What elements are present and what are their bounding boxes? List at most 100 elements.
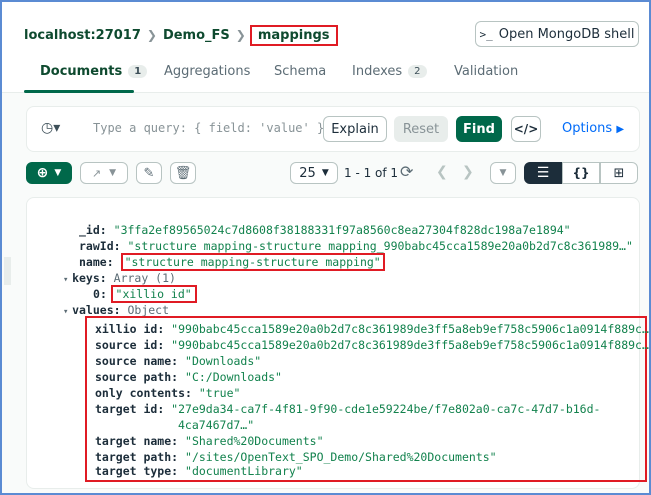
reset-button[interactable]: Reset (394, 116, 448, 142)
breadcrumb-collection-highlight: mappings (249, 24, 338, 46)
tab-indexes-label: Indexes (352, 64, 403, 79)
field-type: Array (1) (113, 271, 176, 285)
options-toggle[interactable]: Options ▶ (562, 121, 624, 136)
pagination-range: 1 - 1 of 1 (344, 166, 399, 180)
history-clock-icon[interactable]: ◷▾ (41, 120, 60, 136)
breadcrumb-db[interactable]: Demo_FS (163, 28, 230, 43)
field-value[interactable]: "3ffa2ef89565024c7d8608f38188331f97a8560… (114, 223, 571, 237)
field-key: values (72, 303, 114, 317)
values-field: target type: "documentLibrary" (95, 464, 303, 478)
side-strip (4, 257, 11, 285)
values-field: only contents: "true" (95, 386, 241, 400)
list-view-icon[interactable]: ☰ (524, 162, 562, 184)
caret-down-icon: ▾ (63, 307, 69, 317)
document-card: _id: "3ffa2ef89565024c7d8608f38188331f97… (26, 197, 649, 489)
tab-validation-label: Validation (454, 64, 519, 79)
tab-aggregations-label: Aggregations (164, 64, 251, 79)
tab-aggregations[interactable]: Aggregations (164, 64, 250, 79)
field-value[interactable]: "Downloads" (185, 354, 261, 368)
tab-documents[interactable]: Documents 1 (40, 64, 148, 79)
field-value[interactable]: 4ca7467d7…" (178, 418, 254, 432)
field-key: keys (72, 271, 100, 285)
values-field: target id: "27e9da34-ca7f-4f81-9f90-cde1… (95, 402, 601, 416)
values-field-continuation: 4ca7467d7…" (178, 418, 254, 432)
caret-down-icon: ▾ (63, 275, 69, 285)
breadcrumb: localhost:27017 ❯ Demo_FS ❯ mappings (24, 24, 338, 46)
field-values[interactable]: ▾ values: Object (63, 303, 169, 317)
field-value[interactable]: "990babc45cca1589e20a0b2d7c8c361989de3ff… (171, 322, 649, 336)
tab-schema[interactable]: Schema (274, 64, 326, 79)
field-value[interactable]: "xillio id" (110, 285, 197, 303)
values-field: target name: "Shared%20Documents" (95, 434, 324, 448)
field-value[interactable]: "Shared%20Documents" (185, 434, 323, 448)
plus-icon: ⊕ (36, 165, 49, 181)
field-type: Object (127, 303, 170, 317)
tab-documents-label: Documents (40, 64, 123, 79)
breadcrumb-collection[interactable]: mappings (258, 28, 330, 43)
field-value[interactable]: "C:/Downloads" (185, 370, 282, 384)
values-field: xillio id: "990babc45cca1589e20a0b2d7c8c… (95, 322, 649, 336)
open-shell-button[interactable]: >_ Open MongoDB shell (475, 21, 639, 47)
field-key: source path (95, 370, 172, 384)
page-size-select[interactable]: 25 ▼ (290, 162, 338, 184)
chevron-right-icon: ❯ (235, 28, 246, 42)
chevron-right-icon: ❯ (146, 28, 157, 42)
array-index: 0 (93, 287, 100, 301)
field-key: _id (79, 223, 100, 237)
export-icon: ↗ (91, 166, 102, 180)
field-value[interactable]: "true" (199, 386, 241, 400)
tab-bar: Documents 1 Aggregations Schema Indexes … (2, 58, 649, 93)
more-options-dropdown[interactable]: ▼ (490, 162, 516, 184)
pencil-icon[interactable]: ✎ (136, 162, 162, 184)
edit-menu-button[interactable]: ↗ ▼ (80, 162, 128, 184)
chevron-down-icon: ▼ (54, 168, 62, 178)
field-value[interactable]: "27e9da34-ca7f-4f81-9f90-cde1e59224be/f7… (171, 402, 600, 416)
query-bar: ◷▾ Type a query: { field: 'value' } Expl… (26, 106, 640, 152)
field-name: name: "structure mapping-structure mappi… (79, 253, 385, 271)
table-view-icon[interactable]: ⊞ (600, 162, 638, 184)
field-key: only contents (95, 386, 186, 400)
add-data-button[interactable]: ⊕ ▼ (26, 162, 72, 184)
values-highlight-box: xillio id: "990babc45cca1589e20a0b2d7c8c… (85, 316, 649, 482)
field-key: target id (95, 402, 158, 416)
field-value[interactable]: "/sites/OpenText_SPO_Demo/Shared%20Docum… (185, 450, 497, 464)
field-key: target name (95, 434, 172, 448)
tab-indexes[interactable]: Indexes 2 (352, 64, 427, 79)
trash-icon[interactable]: 🗑 (170, 162, 196, 184)
window-frame: localhost:27017 ❯ Demo_FS ❯ mappings >_ … (0, 0, 651, 495)
values-field: source name: "Downloads" (95, 354, 262, 368)
chevron-down-icon: ▼ (321, 168, 329, 178)
array-item: 0: "xillio id" (93, 285, 197, 303)
field-key: rawId (79, 239, 114, 253)
next-page-icon[interactable]: ❯ (462, 164, 474, 180)
field-key: target path (95, 450, 172, 464)
field-key: target type (95, 464, 172, 478)
field-rawid: rawId: "structure mapping-structure mapp… (79, 239, 633, 253)
options-label: Options (562, 121, 613, 136)
values-field: source id: "990babc45cca1589e20a0b2d7c8c… (95, 338, 649, 352)
field-key: name (79, 255, 107, 269)
query-input[interactable]: Type a query: { field: 'value' } (93, 121, 324, 135)
field-keys[interactable]: ▾ keys: Array (1) (63, 271, 176, 285)
field-key: xillio id (95, 322, 158, 336)
prev-page-icon[interactable]: ❮ (436, 164, 448, 180)
caret-right-icon: ▶ (616, 124, 625, 135)
field-value[interactable]: "structure mapping-structure mapping" (120, 253, 385, 271)
field-id: _id: "3ffa2ef89565024c7d8608f38188331f97… (79, 223, 571, 237)
open-shell-label: Open MongoDB shell (498, 26, 635, 42)
values-field: source path: "C:/Downloads" (95, 370, 282, 384)
code-view-icon[interactable]: </> (511, 116, 541, 142)
terminal-icon: >_ (479, 27, 493, 41)
tab-validation[interactable]: Validation (454, 64, 518, 79)
json-view-icon[interactable]: {} (562, 162, 600, 184)
field-value[interactable]: "documentLibrary" (185, 464, 303, 478)
chevron-down-icon: ▼ (109, 168, 117, 178)
refresh-icon[interactable]: ⟳ (400, 162, 413, 181)
breadcrumb-host[interactable]: localhost:27017 (24, 28, 141, 43)
explain-button[interactable]: Explain (323, 116, 387, 142)
field-value[interactable]: "990babc45cca1589e20a0b2d7c8c361989de3ff… (171, 338, 649, 352)
page-size-value: 25 (299, 165, 316, 181)
field-value[interactable]: "structure mapping-structure mapping_990… (127, 239, 632, 253)
tab-documents-badge: 1 (128, 65, 148, 78)
find-button[interactable]: Find (456, 116, 502, 142)
